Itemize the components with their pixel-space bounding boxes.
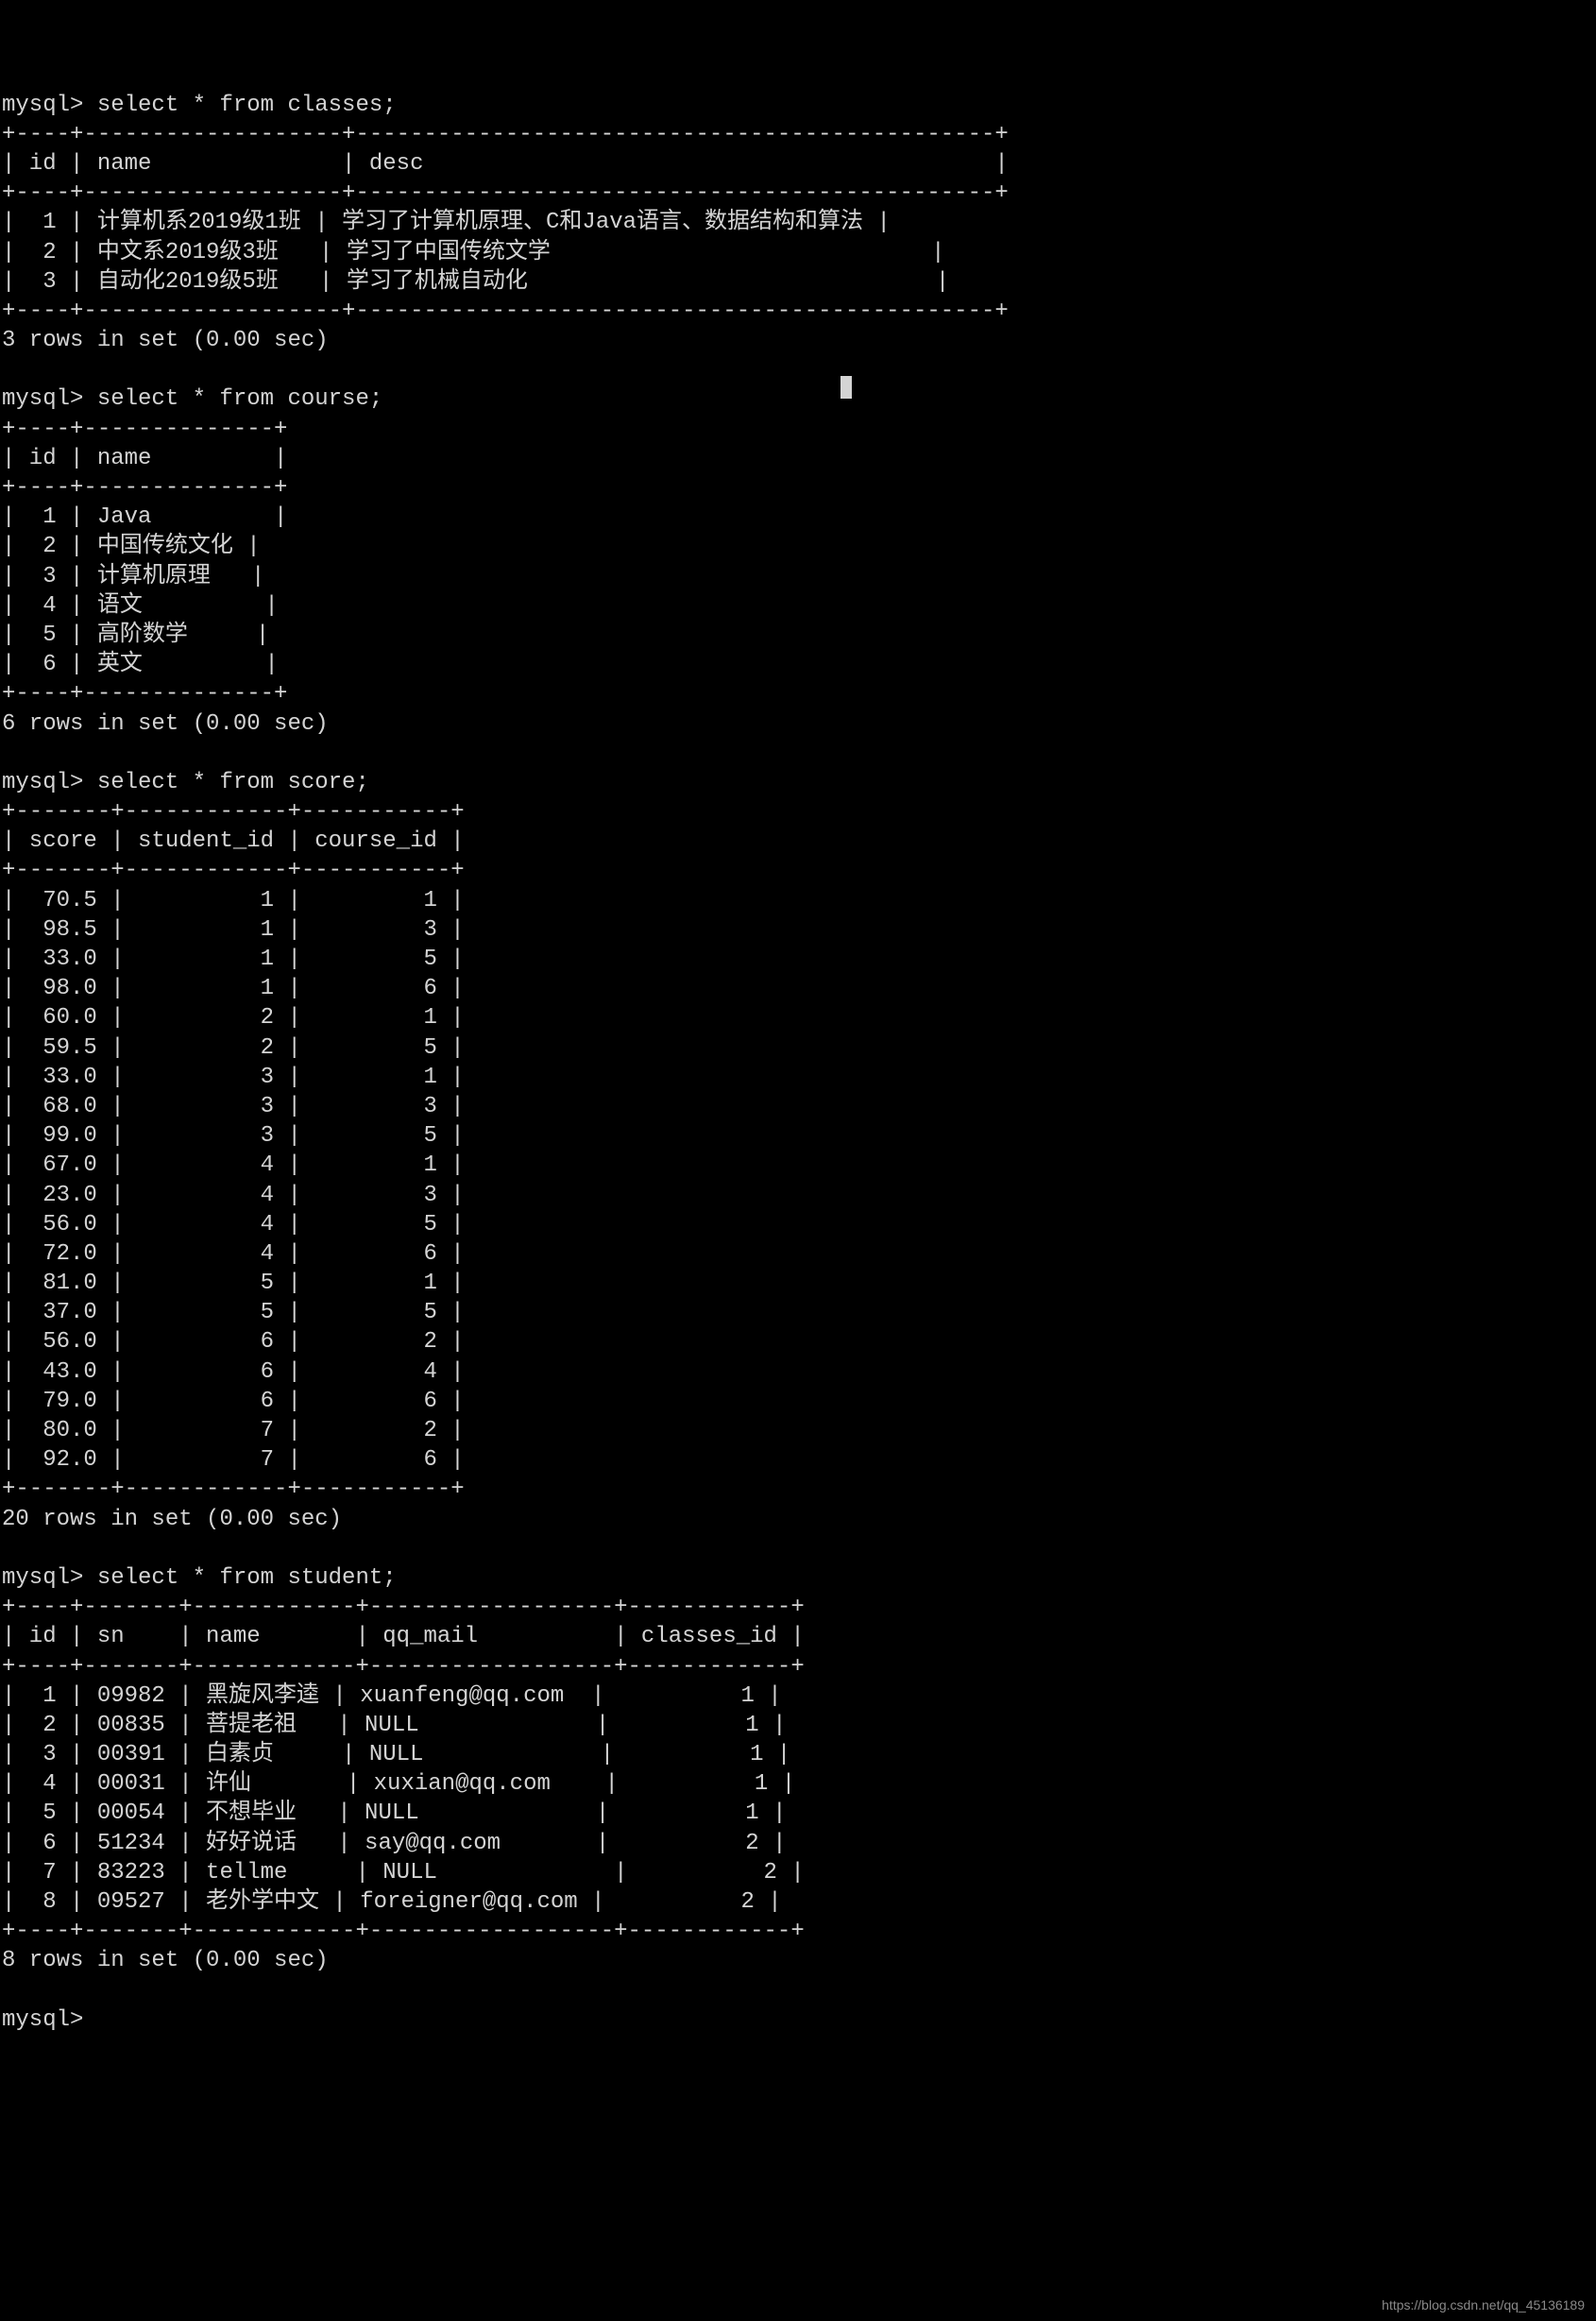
mysql-terminal[interactable]: mysql> select * from classes; +----+----… (2, 91, 1594, 2035)
watermark-text: https://blog.csdn.net/qq_45136189 (1382, 2296, 1585, 2313)
text-cursor (840, 376, 852, 399)
